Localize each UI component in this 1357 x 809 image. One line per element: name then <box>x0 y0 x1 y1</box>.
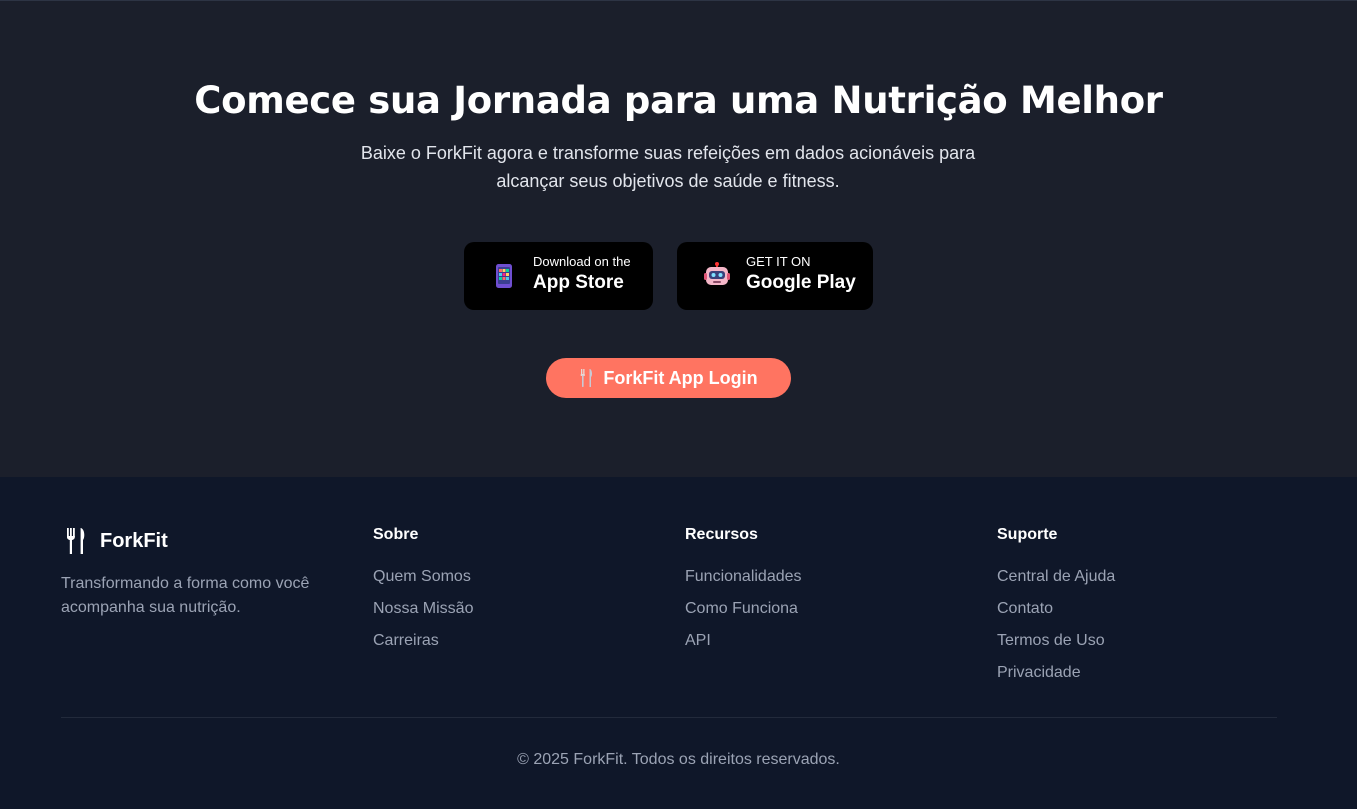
mobile-phone-icon <box>496 264 512 288</box>
footer-link-carreiras[interactable]: Carreiras <box>373 625 473 657</box>
column-title: Sobre <box>373 526 419 543</box>
fork-knife-icon <box>67 528 85 554</box>
footer-link-funcionalidades[interactable]: Funcionalidades <box>685 561 802 593</box>
footer-link-central-de-ajuda[interactable]: Central de Ajuda <box>997 561 1115 593</box>
footer-column-recursos: Recursos Funcionalidades Como Funciona A… <box>685 526 802 657</box>
footer-brand[interactable]: ForkFit <box>66 528 168 554</box>
footer-link-api[interactable]: API <box>685 625 802 657</box>
cta-section: Comece sua Jornada para uma Nutrição Mel… <box>0 0 1357 477</box>
footer-divider <box>61 717 1277 718</box>
google-play-button[interactable]: GET IT ON Google Play <box>677 242 873 310</box>
brand-name: ForkFit <box>100 529 168 552</box>
app-store-button[interactable]: Download on the App Store <box>464 242 653 310</box>
site-footer: ForkFit Transformando a forma como você … <box>0 477 1357 809</box>
forkfit-login-button[interactable]: ForkFit App Login <box>546 358 791 398</box>
footer-link-termos-de-uso[interactable]: Termos de Uso <box>997 625 1115 657</box>
column-title: Recursos <box>685 526 758 543</box>
footer-column-sobre: Sobre Quem Somos Nossa Missão Carreiras <box>373 526 473 657</box>
footer-link-como-funciona[interactable]: Como Funciona <box>685 593 802 625</box>
footer-link-contato[interactable]: Contato <box>997 593 1115 625</box>
copyright-text: © 2025 ForkFit. Todos os direitos reserv… <box>517 751 840 768</box>
app-store-small-label: Download on the <box>533 254 631 269</box>
column-title: Suporte <box>997 526 1058 543</box>
footer-column-suporte: Suporte Central de Ajuda Contato Termos … <box>997 526 1115 689</box>
google-play-label: Google Play <box>746 272 856 293</box>
app-store-label: App Store <box>533 272 624 293</box>
robot-icon <box>704 262 730 285</box>
footer-link-quem-somos[interactable]: Quem Somos <box>373 561 473 593</box>
footer-link-nossa-missao[interactable]: Nossa Missão <box>373 593 473 625</box>
google-play-small-label: GET IT ON <box>746 254 811 269</box>
footer-link-privacidade[interactable]: Privacidade <box>997 657 1115 689</box>
login-button-label: ForkFit App Login <box>603 367 758 388</box>
cta-title: Comece sua Jornada para uma Nutrição Mel… <box>194 79 1163 122</box>
fork-knife-icon <box>580 369 593 387</box>
brand-description: Transformando a forma como você acompanh… <box>61 575 310 616</box>
cta-subtitle: Baixe o ForkFit agora e transforme suas … <box>360 143 976 191</box>
